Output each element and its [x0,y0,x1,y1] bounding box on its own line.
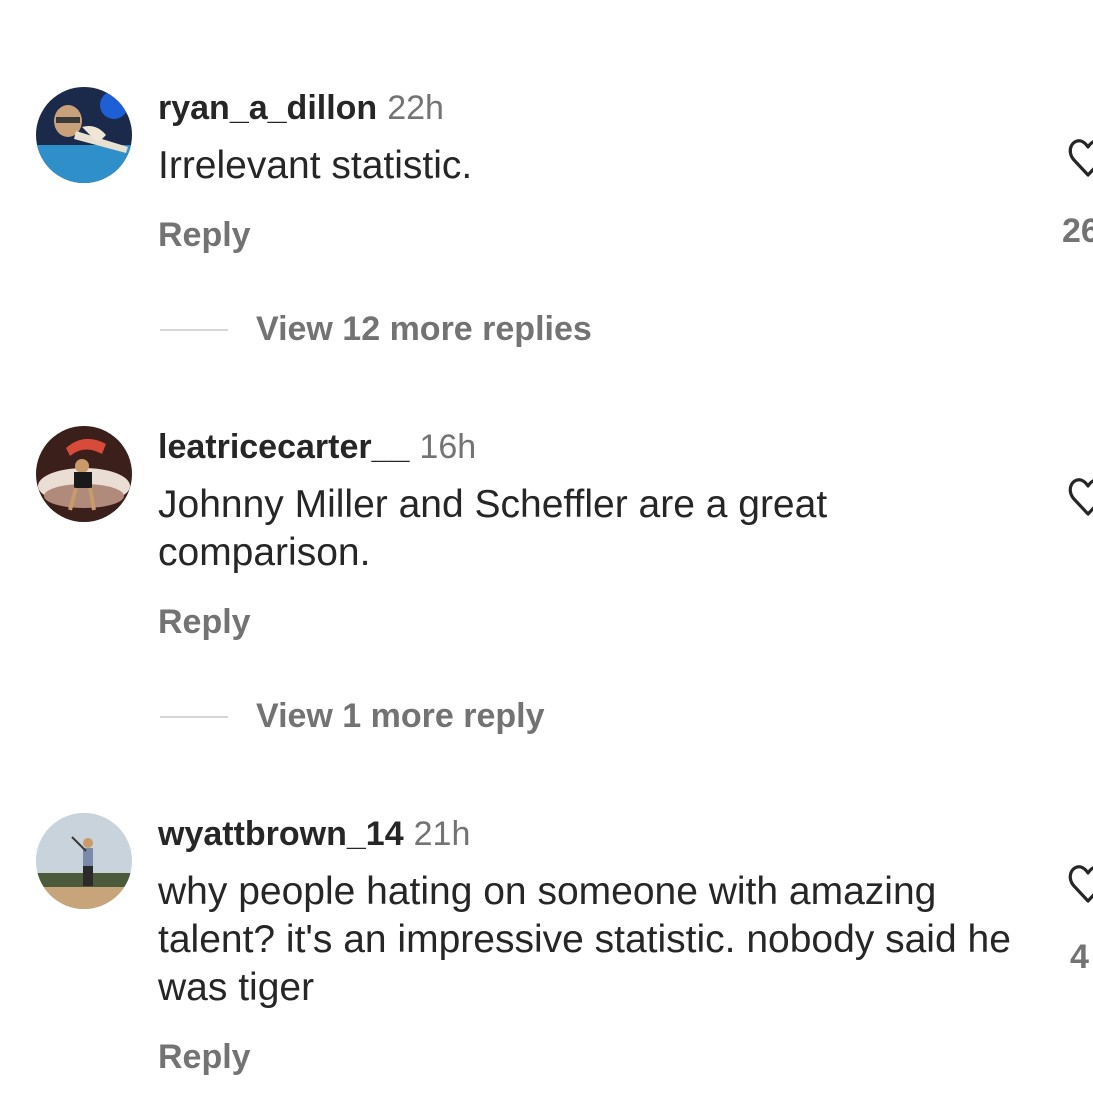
heart-outline-icon[interactable] [1068,135,1093,179]
heart-outline-icon[interactable] [1068,861,1093,905]
comment-text: Johnny Miller and Scheffler are a great … [158,483,828,574]
view-more-replies-label[interactable]: View 1 more reply [256,696,545,736]
timestamp: 16h [419,428,477,466]
comment-text: why people hating on someone with amazin… [158,870,1011,1009]
divider-line [160,329,228,331]
like-count: 26 [1062,212,1093,250]
username[interactable]: wyattbrown_14 [158,815,404,853]
view-more-replies-label[interactable]: View 12 more replies [256,309,592,349]
timestamp: 22h [387,89,444,127]
avatar[interactable] [36,426,132,522]
like-count: 4 [1070,938,1089,976]
username[interactable]: leatricecarter__ [158,428,409,466]
username[interactable]: ryan_a_dillon [158,89,377,127]
reply-button[interactable]: Reply [158,602,251,642]
heart-outline-icon[interactable] [1068,474,1093,518]
comment-text: Irrelevant statistic. [158,144,473,187]
avatar[interactable] [36,87,132,183]
reply-button[interactable]: Reply [158,215,251,255]
reply-button[interactable]: Reply [158,1037,251,1077]
avatar[interactable] [36,813,132,909]
divider-line [160,716,228,718]
timestamp: 21h [413,815,471,853]
